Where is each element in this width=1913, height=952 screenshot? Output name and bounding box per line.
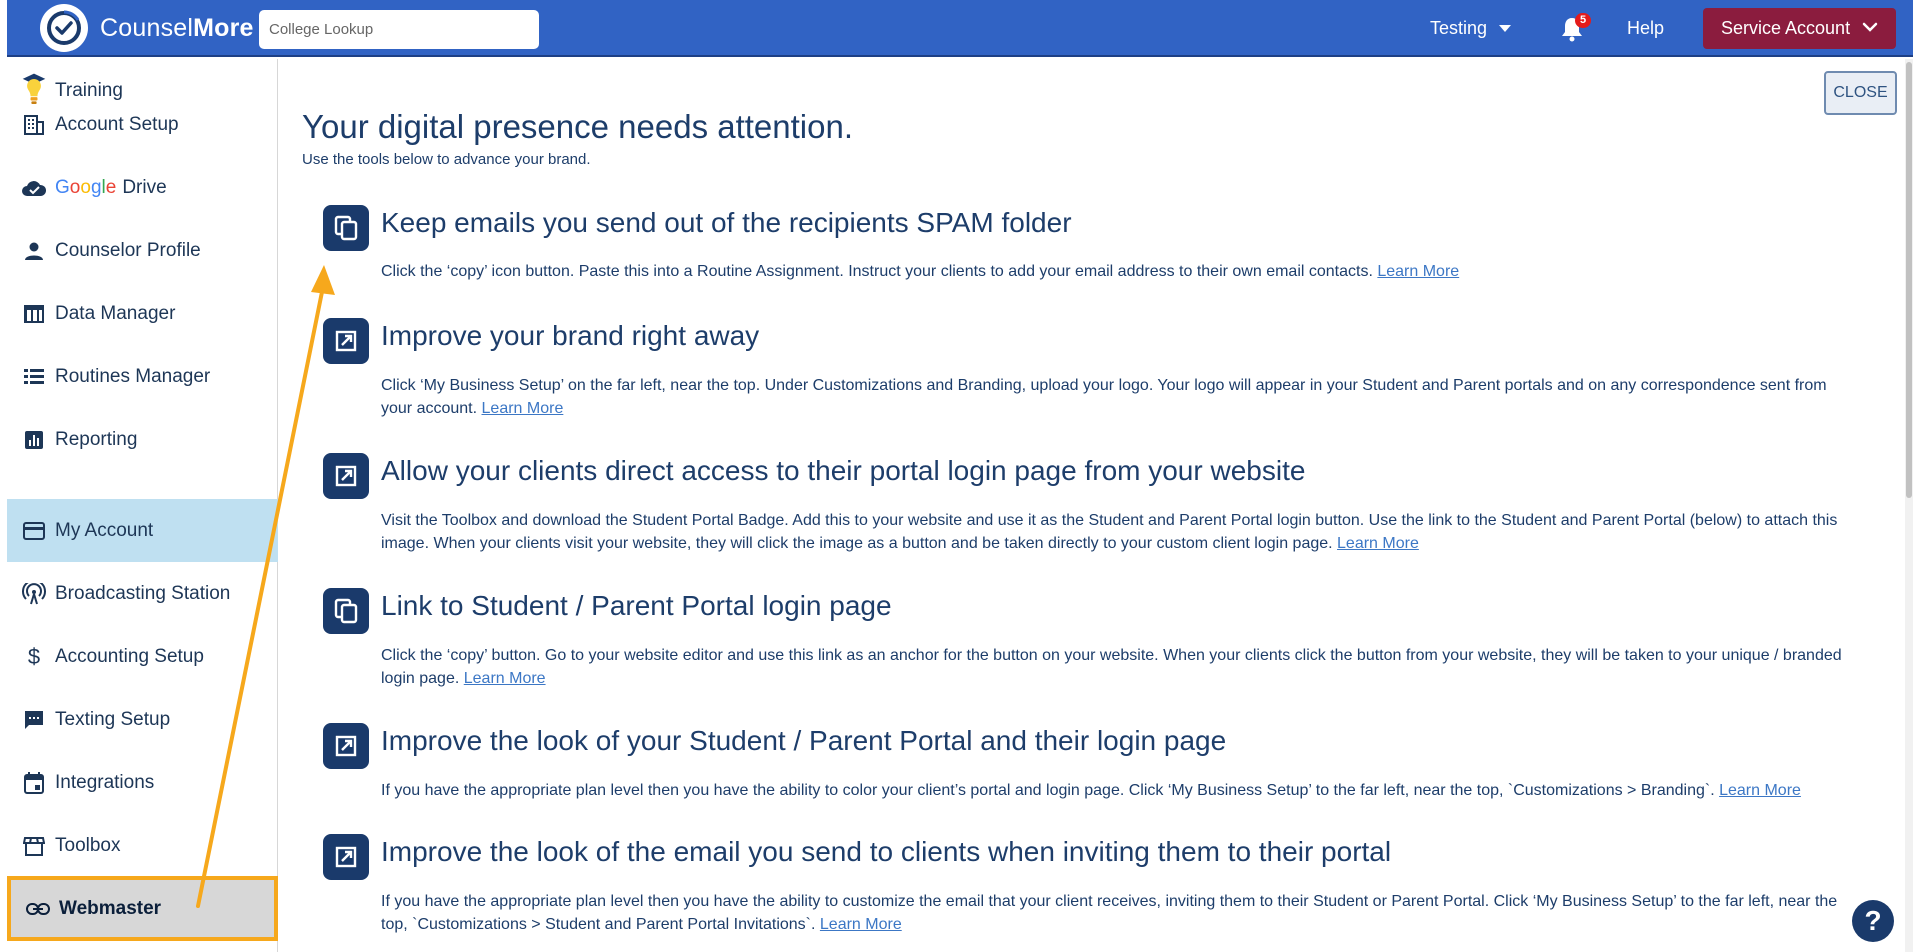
help-link[interactable]: Help: [1627, 18, 1664, 39]
scrollbar-thumb[interactable]: [1906, 62, 1912, 498]
task-description: Click the ‘copy’ button. Go to your webs…: [381, 647, 1842, 687]
testing-label: Testing: [1430, 18, 1488, 38]
google-wordmark: Google: [55, 176, 117, 198]
sidebar-item-label: Toolbox: [55, 834, 121, 856]
page-title: Your digital presence needs attention.: [302, 108, 854, 145]
learn-more-link[interactable]: Learn More: [464, 670, 546, 687]
sidebar-item-label: Webmaster: [59, 897, 162, 919]
task-description: Click ‘My Business Setup’ on the far lef…: [381, 377, 1827, 417]
sidebar-item-label: Texting Setup: [55, 708, 171, 730]
learn-more-link[interactable]: Learn More: [482, 400, 564, 417]
task-title: Improve the look of your Student / Paren…: [381, 725, 1227, 756]
sidebar-item-label: Data Manager: [55, 302, 176, 324]
notification-count-badge: 5: [1575, 13, 1592, 28]
college-lookup-input[interactable]: [259, 10, 539, 49]
testing-dropdown[interactable]: Testing: [1430, 18, 1512, 39]
help-fab-button[interactable]: ?: [1852, 900, 1894, 942]
sidebar-item-label: Routines Manager: [55, 365, 211, 387]
sidebar-item-label: Account Setup: [55, 113, 179, 135]
sidebar-item-label: Counselor Profile: [55, 239, 201, 261]
service-account-button[interactable]: Service Account: [1703, 8, 1896, 49]
learn-more-link[interactable]: Learn More: [1377, 263, 1459, 280]
sidebar-item-routines-manager[interactable]: Routines Manager: [7, 345, 278, 408]
task-description: Click the ‘copy’ icon button. Paste this…: [381, 263, 1460, 280]
sidebar-item-label: Reporting: [55, 428, 138, 450]
sidebar-item-my-account[interactable]: My Account: [7, 499, 278, 562]
table-icon: [21, 301, 47, 327]
calendar-icon: [21, 770, 47, 796]
chevron-down-icon: [1862, 22, 1878, 32]
learn-more-link[interactable]: Learn More: [1719, 782, 1801, 799]
task-title: Allow your clients direct access to thei…: [381, 455, 1306, 486]
sidebar-item-broadcasting-station[interactable]: Broadcasting Station: [7, 562, 278, 625]
app-logo[interactable]: CounselMore: [40, 4, 254, 52]
bar-chart-icon: [21, 427, 47, 453]
person-icon: [21, 238, 47, 264]
external-edit-icon[interactable]: [323, 318, 369, 364]
task-description: If you have the appropriate plan level t…: [381, 782, 1801, 799]
sidebar-item-counselor-profile[interactable]: Counselor Profile: [7, 219, 278, 282]
chat-icon: [21, 707, 47, 733]
external-edit-icon[interactable]: [323, 723, 369, 769]
store-icon: [21, 833, 47, 859]
external-edit-icon[interactable]: [323, 834, 369, 880]
task-title: Link to Student / Parent Portal login pa…: [381, 590, 892, 621]
learn-more-link[interactable]: Learn More: [820, 916, 902, 933]
sidebar-item-accounting-setup[interactable]: $ Accounting Setup: [7, 625, 278, 688]
task-description: If you have the appropriate plan level t…: [381, 893, 1838, 933]
credit-card-icon: [21, 518, 47, 544]
task-title: Keep emails you send out of the recipien…: [381, 207, 1072, 238]
sidebar-item-data-manager[interactable]: Data Manager: [7, 282, 278, 345]
caret-down-icon: [1499, 25, 1512, 32]
task-description: Visit the Toolbox and download the Stude…: [381, 512, 1838, 552]
sidebar-item-label: Accounting Setup: [55, 645, 204, 667]
sidebar-item-label: Broadcasting Station: [55, 582, 231, 604]
broadcast-icon: [21, 581, 47, 607]
brand-name: CounselMore: [100, 13, 254, 42]
sidebar-item-google-drive[interactable]: Google Drive: [7, 156, 278, 219]
learn-more-link[interactable]: Learn More: [1337, 535, 1419, 552]
page-subtitle: Use the tools below to advance your bran…: [302, 151, 591, 168]
task-title: Improve your brand right away: [381, 320, 760, 351]
list-icon: [21, 364, 47, 390]
sidebar-item-webmaster[interactable]: Webmaster: [7, 876, 278, 941]
task-title: Improve the look of the email you send t…: [381, 836, 1392, 867]
copy-icon[interactable]: [323, 205, 369, 251]
sidebar-item-toolbox[interactable]: Toolbox: [7, 814, 278, 877]
sidebar-item-label: Integrations: [55, 771, 155, 793]
cloud-check-icon: [21, 175, 47, 201]
building-icon: [21, 112, 47, 138]
close-button[interactable]: CLOSE: [1824, 71, 1897, 115]
sidebar-item-label: My Account: [55, 519, 154, 541]
dollar-icon: $: [27, 643, 41, 669]
sidebar-item-label: Drive: [122, 176, 167, 198]
sidebar-item-texting-setup[interactable]: Texting Setup: [7, 688, 278, 751]
sidebar: Training Account Setup Google Drive Coun…: [7, 59, 278, 952]
copy-icon[interactable]: [323, 588, 369, 634]
sidebar-item-reporting[interactable]: Reporting: [7, 408, 278, 471]
sidebar-item-account-setup[interactable]: Account Setup: [7, 93, 278, 156]
sidebar-item-integrations[interactable]: Integrations: [7, 751, 278, 814]
external-edit-icon[interactable]: [323, 453, 369, 499]
service-account-label: Service Account: [1721, 18, 1851, 38]
link-icon: [25, 896, 51, 922]
counselmore-logo-icon: [40, 4, 88, 52]
